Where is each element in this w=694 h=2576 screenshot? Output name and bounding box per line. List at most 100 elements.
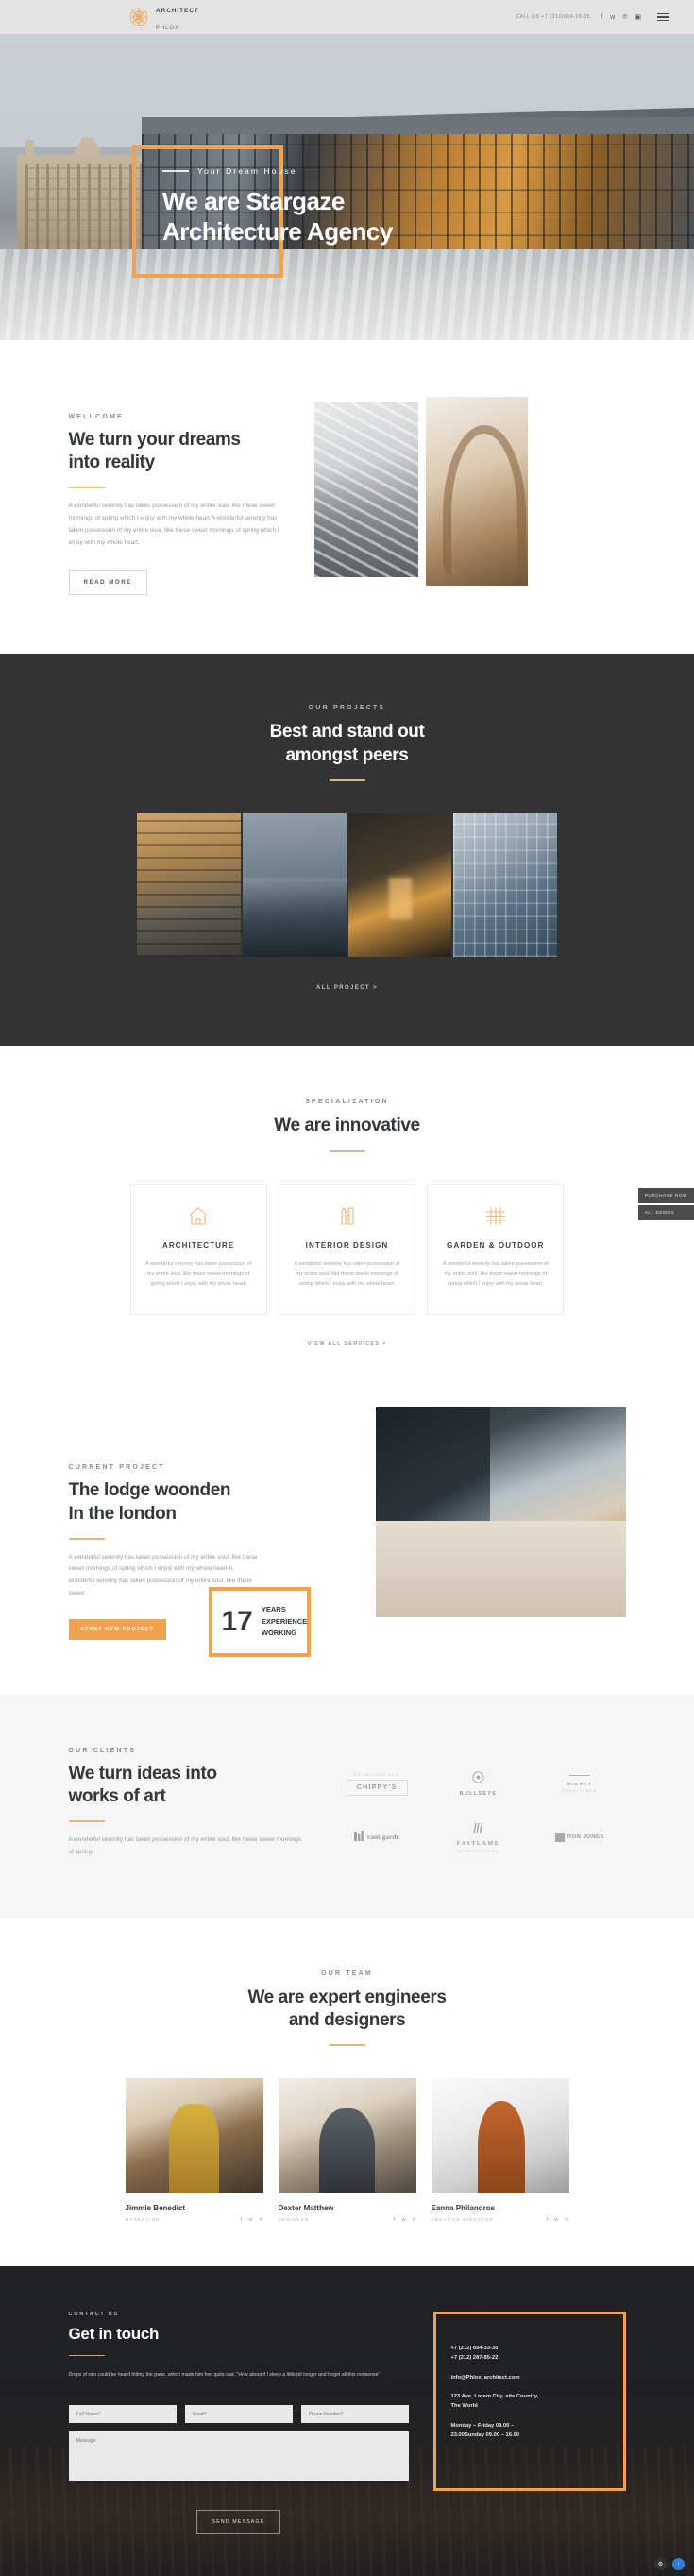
project-card-2[interactable] xyxy=(242,812,347,957)
twitter-icon[interactable]: w xyxy=(248,2217,252,2223)
team-member-socials[interactable]: f w ℗ xyxy=(241,2217,263,2223)
current-project-title-line1: The lodge woonden xyxy=(68,1480,231,1501)
brand-subtitle: PHLOX xyxy=(156,26,179,31)
read-more-button[interactable]: READ MORE xyxy=(68,570,147,596)
scroll-top-fab-icon[interactable]: ↑ xyxy=(672,2558,685,2571)
current-project-title: The lodge woonden In the london xyxy=(69,1479,258,1526)
project-card-4[interactable] xyxy=(453,812,557,957)
instagram-icon[interactable]: ▣ xyxy=(635,13,641,21)
fullname-input[interactable] xyxy=(68,2405,177,2424)
service-title: INTERIOR DESIGN xyxy=(305,1240,389,1250)
start-new-project-button[interactable]: START NEW PROJECT xyxy=(68,1618,166,1640)
purchase-now-tab[interactable]: PURCHASE NOW xyxy=(637,1188,694,1203)
experience-years-number: 17 xyxy=(221,1605,253,1637)
projects-section: OUR PROJECTS Best and stand out amongst … xyxy=(0,654,694,1046)
service-body: A wonderful serenity has taken possessio… xyxy=(145,1260,252,1288)
pinterest-icon[interactable]: ℗ xyxy=(565,2217,568,2223)
contact-form-row xyxy=(68,2405,409,2424)
message-textarea[interactable] xyxy=(68,2431,409,2482)
current-project-rule xyxy=(68,1537,105,1540)
team-member-socials[interactable]: f w ℗ xyxy=(547,2217,569,2223)
header-social-links[interactable]: f w ℗ ▣ xyxy=(601,13,641,22)
welcome-photo-stairs xyxy=(313,402,418,577)
specialization-title: We are innovative xyxy=(274,1115,420,1135)
hero-title: We are Stargaze Architecture Agency xyxy=(162,187,393,247)
projects-title: Best and stand out amongst peers xyxy=(0,721,694,767)
team-member-card[interactable]: Eanna Philandros CREATIVE DIRECTOR f w ℗ xyxy=(431,2077,569,2223)
team-member-socials[interactable]: f w ℗ xyxy=(394,2217,416,2223)
facebook-icon[interactable]: f xyxy=(601,14,602,21)
pinterest-icon[interactable]: ℗ xyxy=(412,2217,415,2223)
floating-promo-tabs: PURCHASE NOW ALL DEMOS xyxy=(637,1188,694,1222)
client-logo-top: ESTABLISHED 1976 xyxy=(354,1772,399,1777)
pinterest-icon[interactable]: ℗ xyxy=(622,14,627,21)
team-member-photo xyxy=(278,2077,416,2193)
phone-input[interactable] xyxy=(300,2405,409,2424)
service-card-interior-design[interactable]: INTERIOR DESIGN A wonderful serenity has… xyxy=(278,1183,416,1316)
welcome-section: WELLCOME We turn your dreams into realit… xyxy=(0,340,694,654)
contact-eyebrow: CONTACT US xyxy=(68,2311,119,2317)
contact-rule xyxy=(68,2354,105,2357)
service-title: GARDEN & OUTDOOR xyxy=(447,1240,545,1250)
contact-phone-1: +7 (212) 654-33-35 xyxy=(450,2345,499,2351)
send-message-button[interactable]: SEND MESSAGE xyxy=(195,2510,281,2535)
settings-fab-icon[interactable]: ⚙ xyxy=(654,2558,667,2571)
mandala-logo-icon xyxy=(128,7,149,27)
client-logo-chippys[interactable]: ESTABLISHED 1976 CHIPPY'S xyxy=(331,1767,423,1801)
contact-title: Get in touch xyxy=(68,2324,160,2343)
service-card-architecture[interactable]: ARCHITECTURE A wonderful serenity has ta… xyxy=(129,1183,267,1316)
contact-email[interactable]: info@Phlox_architect.com xyxy=(451,2374,608,2383)
client-logo-name: vant garde xyxy=(366,1833,399,1842)
architect-landing-page: ARCHITECT PHLOX CALL US +7 (212)654-33-3… xyxy=(0,0,694,2576)
current-project-section: CURRENT PROJECT The lodge woonden In the… xyxy=(0,1373,694,1694)
projects-title-line1: Best and stand out xyxy=(269,722,425,742)
facebook-icon[interactable]: f xyxy=(394,2217,396,2223)
team-grid: Jimmie Benedict MARKETING f w ℗ Dexter M… xyxy=(125,2077,569,2223)
clients-section: OUR CLIENTS We turn ideas into works of … xyxy=(0,1694,694,1918)
welcome-title-line1: We turn your dreams xyxy=(68,430,242,450)
team-member-photo xyxy=(431,2077,569,2193)
client-logos: ESTABLISHED 1976 CHIPPY'S BULLSEYE MIGHT… xyxy=(305,1748,626,1859)
hamburger-menu-icon[interactable] xyxy=(657,12,669,22)
twitter-icon[interactable]: w xyxy=(401,2217,405,2223)
hero-section: Your Dream House We are Stargaze Archite… xyxy=(0,34,694,340)
specialization-section: SPECIALIZATION We are innovative ARCHITE… xyxy=(0,1046,694,1374)
service-card-garden-outdoor[interactable]: GARDEN & OUTDOOR A wonderful serenity ha… xyxy=(427,1183,565,1316)
hero-eyebrow: Your Dream House xyxy=(197,166,297,176)
client-logo-bullseye[interactable]: BULLSEYE xyxy=(432,1767,524,1801)
bar-icon xyxy=(568,1775,590,1777)
contact-address-line-2: The World xyxy=(450,2403,478,2410)
team-member-card[interactable]: Jimmie Benedict MARKETING f w ℗ xyxy=(125,2077,263,2223)
client-logo-name: MIGHTY xyxy=(567,1782,593,1787)
clients-title-line1: We turn ideas into xyxy=(68,1763,218,1783)
facebook-icon[interactable]: f xyxy=(547,2217,549,2223)
email-input[interactable] xyxy=(184,2405,293,2424)
team-member-role: MARKETING xyxy=(125,2217,161,2223)
welcome-photo-spiral xyxy=(425,397,528,586)
client-logo-vant-garde[interactable]: vant garde xyxy=(331,1820,423,1854)
pinterest-icon[interactable]: ℗ xyxy=(259,2217,262,2223)
project-card-3[interactable] xyxy=(347,812,452,957)
welcome-eyebrow: WELLCOME xyxy=(68,414,124,420)
all-projects-link[interactable]: ALL PROJECT > xyxy=(316,985,378,991)
client-logo-fastlame[interactable]: FASTLAME CONSTRUCTION xyxy=(432,1820,524,1854)
team-member-card[interactable]: Dexter Matthew DESIGNER f w ℗ xyxy=(278,2077,416,2223)
all-demos-tab[interactable]: ALL DEMOS xyxy=(637,1205,694,1220)
facebook-icon[interactable]: f xyxy=(241,2217,243,2223)
client-logo-ron-jones[interactable]: RON JONES xyxy=(533,1820,625,1854)
brand-logo[interactable]: ARCHITECT PHLOX xyxy=(128,0,199,34)
service-body: A wonderful serenity has taken possessio… xyxy=(294,1260,400,1288)
client-logo-name: CHIPPY'S xyxy=(346,1779,408,1796)
client-logo-mighty-furnitures[interactable]: MIGHTY FURNITURES xyxy=(533,1767,625,1801)
square-monogram-icon xyxy=(554,1832,565,1842)
twitter-icon[interactable]: w xyxy=(554,2217,558,2223)
team-rule xyxy=(329,2044,365,2046)
project-card-1[interactable] xyxy=(137,812,241,957)
twitter-icon[interactable]: w xyxy=(610,14,615,21)
projects-rule xyxy=(329,779,365,781)
service-title: ARCHITECTURE xyxy=(162,1240,235,1250)
view-all-services-link[interactable]: VIEW ALL SERVICES > xyxy=(308,1341,387,1347)
clients-title-line2: works of art xyxy=(68,1786,166,1807)
contact-hours-line-2: 23.00Sunday 09.00 – 16.00 xyxy=(450,2431,520,2438)
team-eyebrow: OUR TEAM xyxy=(321,1970,373,1977)
